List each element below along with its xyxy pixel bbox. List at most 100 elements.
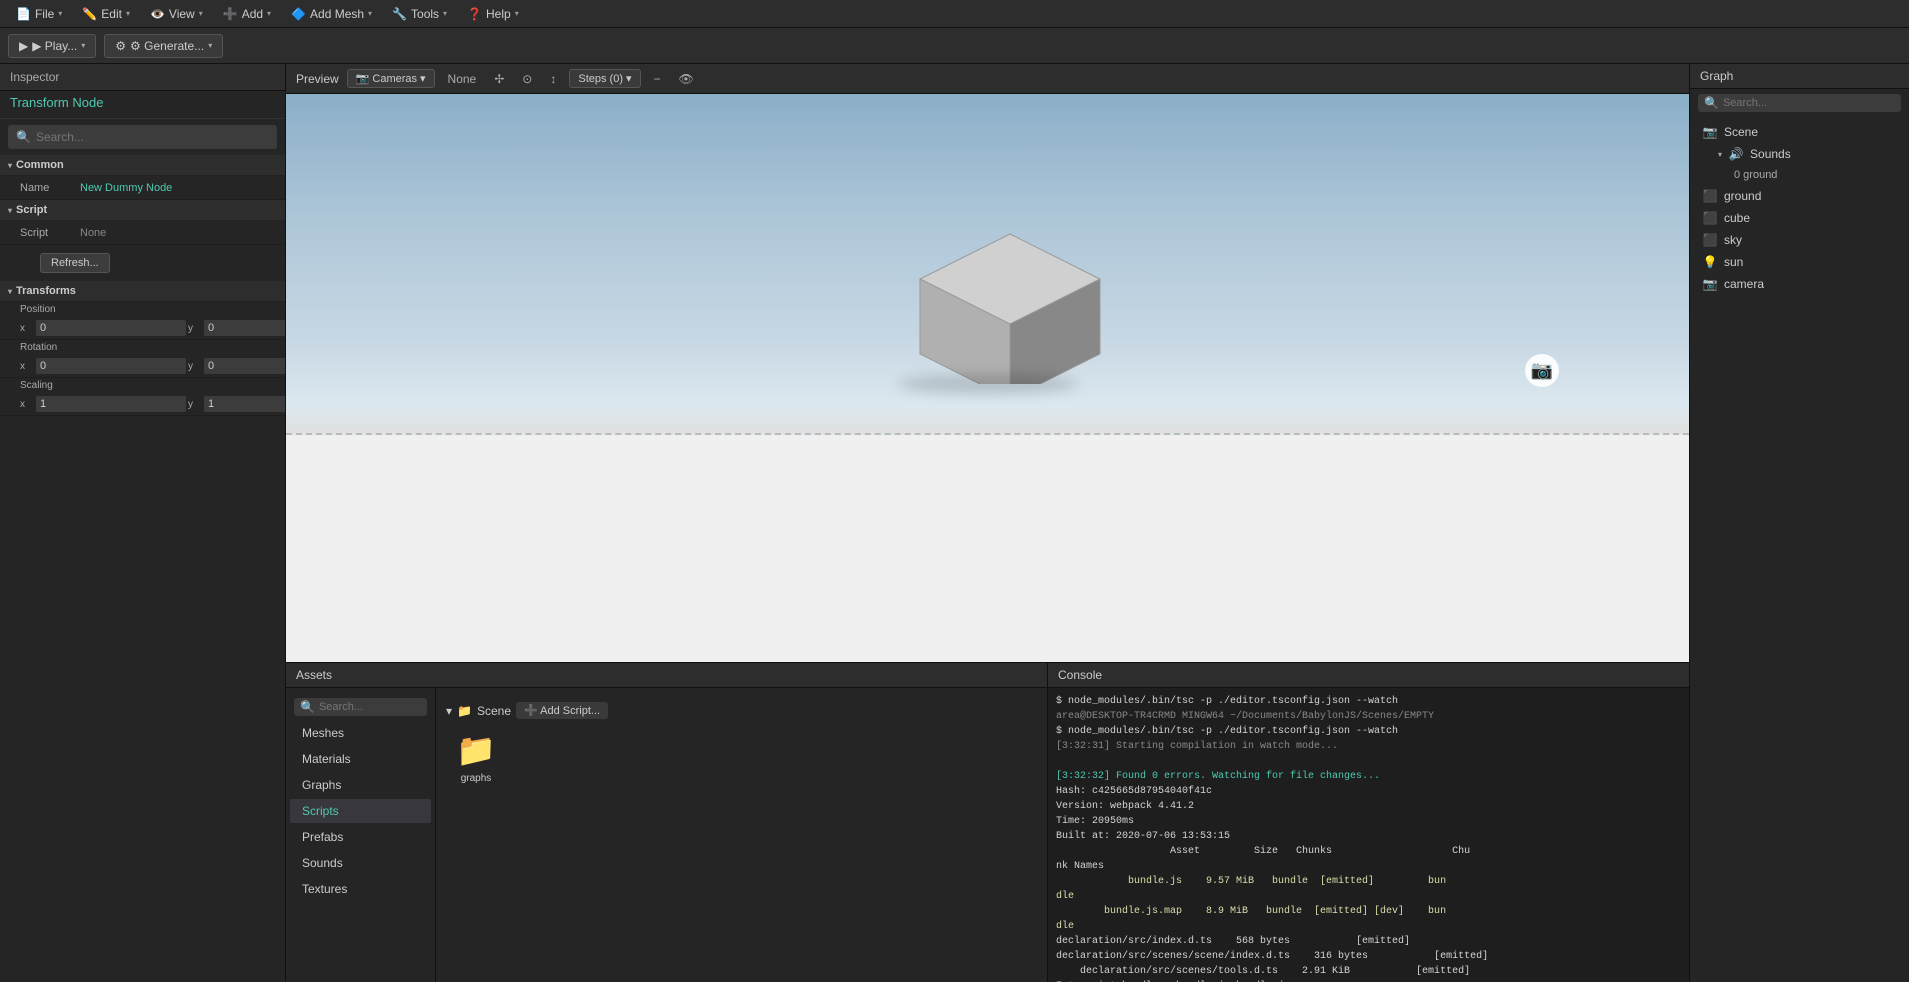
graph-camera-icon: 📷: [1702, 277, 1718, 291]
console-title: Console: [1058, 668, 1102, 682]
console-panel: Console $ node_modules/.bin/tsc -p ./edi…: [1048, 663, 1689, 982]
preview-panel: Preview 📷 Cameras ▾ None ✢ ⊙ ↕ Steps (0)…: [286, 64, 1689, 662]
graph-item-sky[interactable]: ⬛ sky: [1690, 229, 1909, 251]
menu-view[interactable]: 👁️ View ▾: [142, 5, 211, 23]
play-icon: ▶: [19, 39, 28, 53]
console-line: Version: webpack 4.41.2: [1056, 799, 1681, 814]
scaling-y-input[interactable]: [204, 396, 286, 412]
inspector-header: Inspector: [0, 64, 285, 91]
menu-help-arrow: ▾: [515, 9, 519, 18]
graph-item-scene[interactable]: 📷 Scene: [1690, 121, 1909, 143]
graph-search-input[interactable]: [1723, 97, 1895, 109]
position-x-input[interactable]: [36, 320, 186, 336]
position-y-input[interactable]: [204, 320, 286, 336]
cube-icon: ⬛: [1702, 211, 1718, 225]
graph-item-camera[interactable]: 📷 camera: [1690, 273, 1909, 295]
scale-icon[interactable]: ↕: [545, 70, 561, 88]
graph-panel: Graph 🔍 📷 Scene ▾ 🔊 Sounds 0 ground: [1689, 64, 1909, 982]
cameras-label: Cameras: [372, 73, 417, 85]
graph-item-sun[interactable]: 💡 sun: [1690, 251, 1909, 273]
refresh-button[interactable]: Refresh...: [40, 253, 110, 273]
assets-sidebar: 🔍 Meshes Materials Graphs: [286, 688, 436, 982]
rotate-icon[interactable]: ⊙: [517, 70, 537, 88]
graph-ground-label: ground: [1724, 189, 1761, 203]
assets-nav-graphs[interactable]: Graphs: [290, 773, 431, 797]
assets-title: Assets: [296, 668, 332, 682]
menu-file[interactable]: 📄 File ▾: [8, 5, 70, 23]
menu-tools-arrow: ▾: [443, 9, 447, 18]
menu-add[interactable]: ➕ Add ▾: [215, 5, 279, 23]
menu-view-arrow: ▾: [199, 9, 203, 18]
console-line: [3:32:32] Found 0 errors. Watching for f…: [1056, 769, 1681, 784]
scaling-x-input[interactable]: [36, 396, 186, 412]
graph-search-box[interactable]: 🔍: [1698, 94, 1901, 112]
rotation-label: Rotation: [0, 340, 285, 355]
assets-nav-scripts[interactable]: Scripts: [290, 799, 431, 823]
inspector-search-box[interactable]: 🔍: [8, 125, 277, 149]
graph-item-cube[interactable]: ⬛ cube: [1690, 207, 1909, 229]
eye-icon[interactable]: 👁: [674, 70, 699, 88]
inspector-search-input[interactable]: [36, 130, 269, 144]
minus-icon[interactable]: −: [649, 70, 666, 88]
menu-add-mesh[interactable]: 🔷 Add Mesh ▾: [283, 5, 380, 23]
position-xyz-row: x y z: [0, 317, 285, 340]
position-label: Position: [0, 302, 285, 317]
graph-item-ground[interactable]: ⬛ ground: [1690, 185, 1909, 207]
common-section-header[interactable]: ▾ Common: [0, 155, 285, 176]
play-label: ▶ Play...: [32, 39, 77, 53]
cameras-button[interactable]: 📷 Cameras ▾: [347, 69, 435, 88]
name-property-row: Name New Dummy Node: [0, 176, 285, 200]
menu-edit[interactable]: ✏️ Edit ▾: [74, 5, 138, 23]
graph-sun-label: sun: [1724, 255, 1743, 269]
steps-button[interactable]: Steps (0) ▾: [569, 69, 640, 88]
transforms-collapse-arrow: ▾: [8, 287, 12, 296]
assets-header: Assets: [286, 663, 1047, 688]
viewport-camera-icon: 📷: [1525, 354, 1559, 387]
console-content[interactable]: $ node_modules/.bin/tsc -p ./editor.tsco…: [1048, 688, 1689, 982]
script-label: Script: [20, 227, 80, 239]
inspector-panel: Inspector Transform Node 🔍 ▾ Common Name…: [0, 64, 286, 982]
assets-search-input[interactable]: [319, 701, 421, 713]
transforms-section-header[interactable]: ▾ Transforms: [0, 281, 285, 302]
common-section-label: Common: [16, 159, 64, 171]
steps-label: Steps (0): [578, 73, 623, 85]
menu-edit-label: Edit: [101, 7, 122, 21]
console-line: declaration/src/scenes/scene/index.d.ts …: [1056, 949, 1681, 964]
rotation-x-input[interactable]: [36, 358, 186, 374]
add-script-button[interactable]: ➕ Add Script...: [516, 702, 608, 719]
generate-label: ⚙ Generate...: [130, 39, 204, 53]
scene-camera-icon: 📷: [1702, 125, 1718, 139]
menu-tools[interactable]: 🔧 Tools ▾: [384, 5, 455, 23]
sun-icon: 💡: [1702, 255, 1718, 269]
move-icon[interactable]: ✢: [489, 70, 509, 88]
console-line: Built at: 2020-07-06 13:53:15: [1056, 829, 1681, 844]
graphs-folder[interactable]: 📁 graphs: [446, 731, 506, 784]
assets-nav-prefabs[interactable]: Prefabs: [290, 825, 431, 849]
preview-viewport[interactable]: 📷: [286, 94, 1689, 662]
assets-nav-materials[interactable]: Materials: [290, 747, 431, 771]
assets-panel: Assets 🔍 Meshes Materials: [286, 663, 1048, 982]
menu-add-mesh-arrow: ▾: [368, 9, 372, 18]
rotation-y-input[interactable]: [204, 358, 286, 374]
menu-help[interactable]: ❓ Help ▾: [459, 5, 527, 23]
console-line: [1056, 754, 1681, 769]
generate-button[interactable]: ⚙ ⚙ Generate... ▾: [104, 34, 223, 58]
graph-header: Graph: [1690, 64, 1909, 89]
assets-content: ▾ 📁 Scene ➕ Add Script... 📁 graphs: [436, 688, 1047, 982]
console-line: dle: [1056, 919, 1681, 934]
script-section-header[interactable]: ▾ Script: [0, 200, 285, 221]
console-line: bundle.js.map 8.9 MiB bundle [emitted] […: [1056, 904, 1681, 919]
tools-icon: 🔧: [392, 7, 407, 21]
assets-nav-textures[interactable]: Textures: [290, 877, 431, 901]
graph-cube-label: cube: [1724, 211, 1750, 225]
assets-nav-meshes[interactable]: Meshes: [290, 721, 431, 745]
console-header: Console: [1048, 663, 1689, 688]
play-button[interactable]: ▶ ▶ Play... ▾: [8, 34, 96, 58]
name-label: Name: [20, 182, 80, 194]
generate-icon: ⚙: [115, 39, 126, 53]
assets-scene-label: Scene: [477, 704, 511, 718]
graph-item-sounds[interactable]: ▾ 🔊 Sounds: [1690, 143, 1909, 165]
console-line: area@DESKTOP-TR4CRMD MINGW64 ~/Documents…: [1056, 709, 1681, 724]
assets-search-box[interactable]: 🔍: [294, 698, 427, 716]
assets-nav-sounds[interactable]: Sounds: [290, 851, 431, 875]
